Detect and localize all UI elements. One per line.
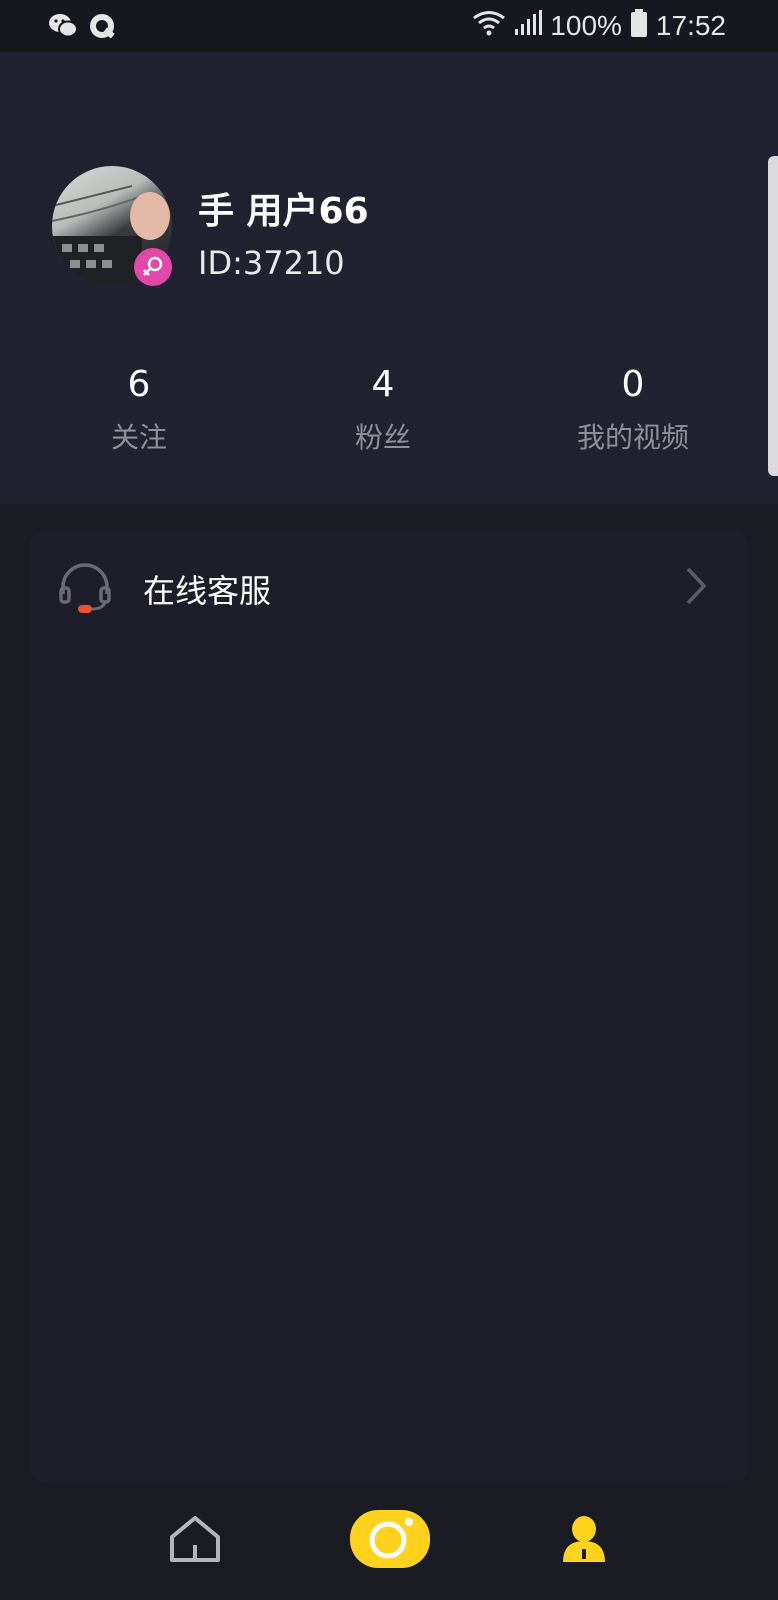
user-id: ID:37210 <box>198 244 345 282</box>
profile-icon <box>561 1515 607 1567</box>
qq-icon <box>88 12 118 44</box>
stat-my-videos-label: 我的视频 <box>576 421 689 454</box>
stat-my-videos[interactable]: 0 我的视频 <box>523 362 743 456</box>
nav-profile[interactable] <box>556 1482 612 1600</box>
battery-icon <box>630 8 648 44</box>
stat-followers-label: 粉丝 <box>354 421 411 454</box>
stat-followers-value: 4 <box>371 364 395 405</box>
clock: 17:52 <box>655 10 726 41</box>
bottom-nav <box>0 1482 778 1600</box>
user-name: 手 用户66 <box>198 191 369 232</box>
wechat-icon <box>48 12 78 44</box>
status-bar: 100% 17:52 <box>0 0 778 52</box>
battery-percent: 100% <box>550 10 622 41</box>
scroll-handle[interactable] <box>768 156 778 476</box>
signal-icon <box>514 9 543 44</box>
stat-followers[interactable]: 4 粉丝 <box>273 362 493 456</box>
menu-item-customer-service[interactable]: 在线客服 <box>30 530 748 644</box>
nav-home[interactable] <box>160 1482 230 1600</box>
menu-card: 在线客服 <box>30 530 748 1482</box>
stat-following-label: 关注 <box>110 421 167 454</box>
camera-icon <box>348 1507 432 1575</box>
stat-following-value: 6 <box>127 364 151 405</box>
female-icon <box>134 248 172 286</box>
menu-item-label: 在线客服 <box>143 572 272 610</box>
stat-my-videos-value: 0 <box>621 364 645 405</box>
headset-icon <box>58 560 112 618</box>
wifi-icon <box>472 9 506 44</box>
stat-following[interactable]: 6 关注 <box>29 362 249 456</box>
nav-camera[interactable] <box>344 1482 436 1600</box>
home-icon <box>168 1515 222 1567</box>
chevron-right-icon <box>684 566 708 610</box>
